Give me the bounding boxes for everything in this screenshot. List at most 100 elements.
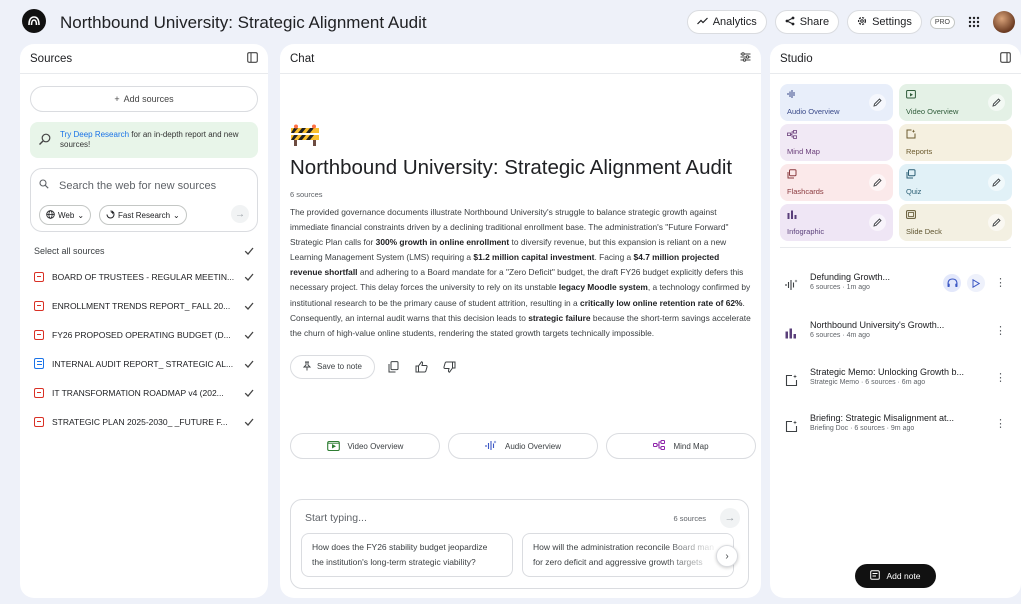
report-icon	[784, 419, 798, 433]
collapse-panel-icon[interactable]	[1000, 51, 1011, 66]
save-to-note-label: Save to note	[317, 362, 362, 372]
pencil-icon[interactable]	[869, 214, 886, 231]
notebook-title[interactable]: Northbound University: Strategic Alignme…	[60, 13, 427, 33]
audio-overview-button[interactable]: Audio Overview	[448, 433, 598, 459]
video-icon	[326, 440, 340, 453]
send-button[interactable]: →	[720, 508, 740, 528]
globe-icon	[46, 209, 55, 221]
more-vert-icon[interactable]: ⋮	[995, 371, 1006, 384]
select-all-checkbox[interactable]	[244, 246, 254, 256]
sources-heading: Sources	[30, 52, 73, 65]
note-title: Briefing: Strategic Misalignment at...	[810, 413, 955, 423]
add-note-button[interactable]: Add note	[855, 564, 936, 588]
search-input[interactable]: Search the web for new sources	[59, 180, 216, 192]
copy-icon[interactable]	[385, 358, 403, 376]
summary-bold: strategic failure	[528, 312, 591, 323]
source-checkbox[interactable]	[244, 301, 254, 311]
source-checkbox[interactable]	[244, 388, 254, 398]
video-overview-button[interactable]: Video Overview	[290, 433, 440, 459]
quiz-tile[interactable]: Quiz	[899, 164, 1012, 201]
next-suggestions-button[interactable]: ›	[716, 545, 738, 567]
tile-label: Slide Deck	[906, 227, 942, 236]
user-avatar[interactable]	[993, 11, 1015, 33]
research-chip-label: Fast Research	[118, 210, 171, 220]
thumbs-down-icon[interactable]	[441, 358, 459, 376]
select-all-row[interactable]: Select all sources	[34, 246, 254, 256]
submit-search-button[interactable]: →	[231, 205, 249, 223]
top-bar: Northbound University: Strategic Alignme…	[0, 0, 1021, 44]
web-chip-label: Web	[58, 210, 75, 220]
add-sources-button[interactable]: + Add sources	[30, 86, 258, 112]
source-item[interactable]: STRATEGIC PLAN 2025-2030_ _FUTURE F...	[34, 407, 254, 436]
audio-overview-tile[interactable]: Audio Overview	[780, 84, 893, 121]
tile-label: Flashcards	[787, 187, 824, 196]
pencil-icon[interactable]	[869, 94, 886, 111]
save-to-note-button[interactable]: Save to note	[290, 354, 375, 379]
flashcards-tile[interactable]: Flashcards	[780, 164, 893, 201]
studio-note-item[interactable]: Briefing: Strategic Misalignment at... B…	[780, 407, 1012, 447]
summary-bold: legacy Moodle system	[558, 282, 648, 293]
source-checkbox[interactable]	[244, 359, 254, 369]
suggested-question[interactable]: How will the administration reconcile Bo…	[522, 533, 734, 577]
pencil-icon[interactable]	[988, 214, 1005, 231]
settings-button[interactable]: Settings	[847, 10, 922, 34]
source-item[interactable]: FY26 PROPOSED OPERATING BUDGET (D...	[34, 320, 254, 349]
collapse-panel-icon[interactable]	[247, 51, 258, 66]
source-checkbox[interactable]	[244, 330, 254, 340]
arrow-right-icon: →	[235, 208, 245, 220]
source-checkbox[interactable]	[244, 272, 254, 282]
studio-note-item[interactable]: Strategic Memo: Unlocking Growth b... St…	[780, 361, 1012, 401]
notebook-heading: Northbound University: Strategic Alignme…	[290, 156, 733, 179]
search-icon	[39, 179, 49, 192]
quiz-icon	[906, 169, 916, 179]
interactive-mode-icon[interactable]	[943, 274, 961, 292]
video-overview-tile[interactable]: Video Overview	[899, 84, 1012, 121]
pencil-icon[interactable]	[869, 174, 886, 191]
source-item[interactable]: IT TRANSFORMATION ROADMAP v4 (202...	[34, 378, 254, 407]
add-note-label: Add note	[886, 571, 921, 581]
mind-map-tile[interactable]: Mind Map	[780, 124, 893, 161]
note-meta: Strategic Memo · 6 sources · 6m ago	[810, 379, 926, 386]
analytics-button[interactable]: Analytics	[686, 10, 767, 34]
research-mode-dropdown[interactable]: Fast Research ⌄	[99, 205, 187, 225]
apps-grid-icon[interactable]	[963, 11, 985, 33]
source-item[interactable]: BOARD OF TRUSTEES - REGULAR MEETIN...	[34, 262, 254, 291]
source-item[interactable]: INTERNAL AUDIT REPORT_ STRATEGIC AL...	[34, 349, 254, 378]
studio-note-item[interactable]: Defunding Growth... 6 sources · 1m ago ⋮	[780, 266, 1012, 306]
mind-map-button[interactable]: Mind Map	[606, 433, 756, 459]
web-source-dropdown[interactable]: Web ⌄	[39, 205, 92, 225]
slide-deck-tile[interactable]: Slide Deck	[899, 204, 1012, 241]
reports-tile[interactable]: Reports	[899, 124, 1012, 161]
video-overview-label: Video Overview	[347, 441, 404, 451]
share-button[interactable]: Share	[774, 10, 840, 34]
suggestion-text: the institution's long-term strategic vi…	[312, 557, 476, 567]
play-icon[interactable]	[967, 274, 985, 292]
chat-heading: Chat	[290, 52, 315, 65]
note-title: Defunding Growth...	[810, 272, 891, 282]
deep-research-link[interactable]: Try Deep Research	[60, 130, 129, 139]
chat-input[interactable]: Start typing...	[305, 512, 367, 524]
pencil-icon[interactable]	[988, 174, 1005, 191]
more-vert-icon[interactable]: ⋮	[995, 417, 1006, 430]
source-checkbox[interactable]	[244, 417, 254, 427]
source-item[interactable]: ENROLLMENT TRENDS REPORT_ FALL 20...	[34, 291, 254, 320]
thumbs-up-icon[interactable]	[413, 358, 431, 376]
chat-panel: Chat Northbound University: Strategic Al…	[280, 44, 761, 598]
deep-research-banner[interactable]: Try Deep Research for an in-depth report…	[30, 122, 258, 158]
add-sources-label: Add sources	[123, 94, 174, 104]
pdf-icon	[34, 387, 44, 398]
more-vert-icon[interactable]: ⋮	[995, 324, 1006, 337]
source-title: BOARD OF TRUSTEES - REGULAR MEETIN...	[52, 271, 235, 282]
infographic-tile[interactable]: Infographic	[780, 204, 893, 241]
studio-tiles: Audio Overview Video Overview Mind Map R…	[780, 84, 1012, 241]
more-vert-icon[interactable]: ⋮	[995, 276, 1006, 289]
summary-text: . Facing a	[594, 252, 634, 263]
pencil-icon[interactable]	[988, 94, 1005, 111]
pin-icon	[302, 361, 312, 373]
app-logo-icon[interactable]	[22, 9, 46, 33]
suggested-question[interactable]: How does the FY26 stability budget jeopa…	[301, 533, 513, 577]
share-icon	[785, 16, 795, 29]
studio-note-item[interactable]: Northbound University's Growth... 6 sour…	[780, 314, 1012, 354]
report-icon	[784, 373, 798, 387]
tune-icon[interactable]	[740, 52, 751, 65]
